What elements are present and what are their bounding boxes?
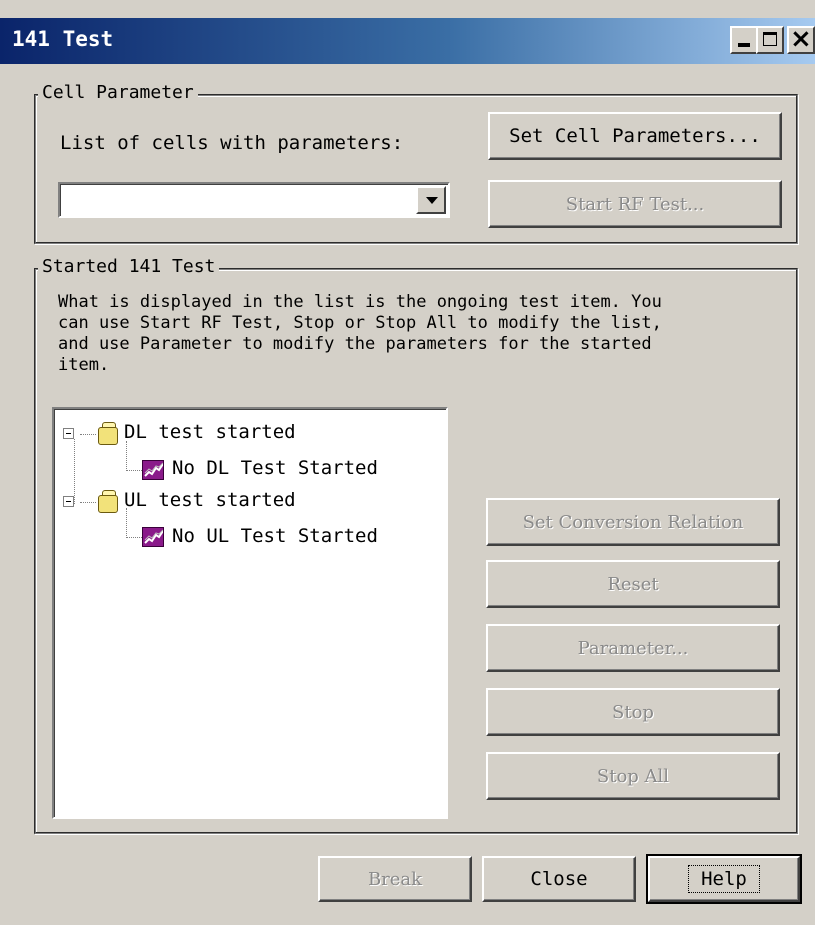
- minimize-button[interactable]: [730, 26, 758, 54]
- parameter-label: Parameter...: [577, 637, 689, 659]
- title-bar[interactable]: 141 Test ×: [0, 18, 815, 64]
- tree-connector: [74, 439, 75, 504]
- folder-icon: [96, 489, 118, 513]
- test-chart-icon: [142, 527, 164, 547]
- test-chart-icon: [142, 460, 164, 480]
- maximize-icon: [763, 32, 777, 46]
- stop-all-label: Stop All: [596, 765, 670, 787]
- folder-icon: [96, 421, 118, 445]
- help-button[interactable]: Help: [646, 854, 802, 904]
- start-rf-test-label: Start RF Test...: [565, 193, 705, 215]
- reset-button[interactable]: Reset: [486, 560, 780, 608]
- chevron-down-icon: [426, 197, 438, 204]
- parameter-button[interactable]: Parameter...: [486, 624, 780, 672]
- collapse-toggle[interactable]: [63, 428, 74, 439]
- tree-connector: [80, 502, 96, 503]
- break-label: Break: [367, 868, 423, 890]
- stop-all-button[interactable]: Stop All: [486, 752, 780, 800]
- cell-parameter-group-label: Cell Parameter: [38, 82, 198, 103]
- started-test-description: What is displayed in the list is the ong…: [58, 292, 662, 375]
- stop-label: Stop: [612, 701, 654, 723]
- tree-node-label: No DL Test Started: [172, 457, 378, 479]
- break-button[interactable]: Break: [318, 856, 472, 902]
- close-icon: ×: [790, 24, 812, 54]
- window-title: 141 Test: [12, 27, 114, 51]
- cell-list-combobox[interactable]: [58, 182, 450, 218]
- tree-connector: [80, 434, 96, 435]
- close-label: Close: [530, 868, 588, 890]
- tree-connector: [126, 537, 142, 538]
- stop-button[interactable]: Stop: [486, 688, 780, 736]
- tree-node-label: UL test started: [124, 489, 296, 511]
- minimize-icon: [738, 43, 750, 47]
- set-cell-parameters-label: Set Cell Parameters...: [509, 125, 761, 147]
- started-test-tree[interactable]: DL test started No DL Test Started UL te…: [52, 407, 448, 819]
- help-label: Help: [688, 865, 760, 893]
- cell-list-label: List of cells with parameters:: [60, 132, 404, 154]
- tree-node-label: DL test started: [124, 421, 296, 443]
- tree-connector: [126, 441, 127, 471]
- started-test-group-label: Started 141 Test: [38, 256, 220, 277]
- start-rf-test-button[interactable]: Start RF Test...: [488, 180, 782, 228]
- tree-node-label: No UL Test Started: [172, 525, 378, 547]
- reset-label: Reset: [607, 573, 659, 595]
- close-button[interactable]: Close: [482, 856, 636, 902]
- tree-connector: [126, 470, 142, 471]
- combobox-dropdown-button[interactable]: [416, 186, 446, 214]
- set-cell-parameters-button[interactable]: Set Cell Parameters...: [488, 112, 782, 160]
- tree-connector: [126, 508, 127, 538]
- close-window-button[interactable]: ×: [787, 24, 815, 54]
- collapse-toggle[interactable]: [63, 496, 74, 507]
- set-conversion-relation-label: Set Conversion Relation: [522, 511, 744, 533]
- maximize-button[interactable]: [756, 26, 784, 54]
- set-conversion-relation-button[interactable]: Set Conversion Relation: [486, 498, 780, 546]
- dialog-window: 141 Test × Cell Parameter List of cells …: [0, 0, 815, 925]
